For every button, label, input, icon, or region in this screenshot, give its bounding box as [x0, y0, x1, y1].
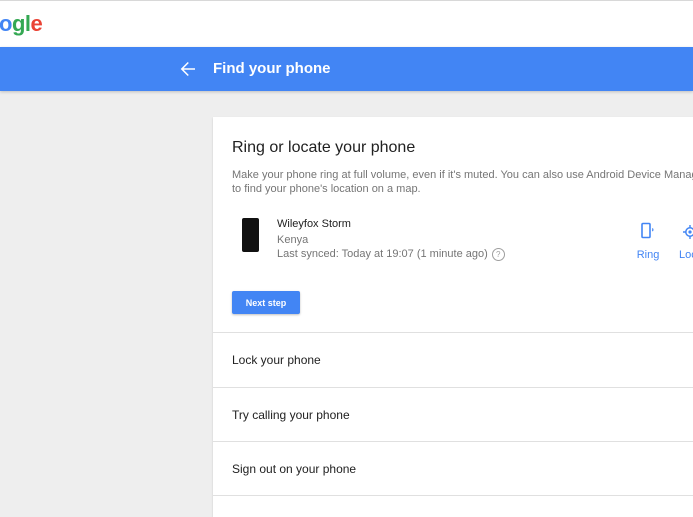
last-synced-text: Last synced: Today at 19:07 (1 minute ag…	[277, 247, 505, 261]
option-label: Try calling your phone	[232, 408, 350, 422]
google-logo[interactable]: ogle	[0, 11, 43, 37]
help-circle-icon[interactable]: ?	[491, 247, 505, 261]
arrow-left-icon	[180, 61, 195, 77]
device-country: Kenya	[277, 234, 309, 246]
device-name: Wileyfox Storm	[277, 218, 351, 230]
option-lock-phone[interactable]: Lock your phone	[213, 333, 693, 387]
description-line-2: to find your phone's location on a map.	[232, 183, 421, 195]
ring-label: Ring	[636, 249, 660, 261]
option-try-calling[interactable]: Try calling your phone	[213, 388, 693, 442]
card-description: Make your phone ring at full volume, eve…	[232, 168, 693, 196]
back-button[interactable]	[176, 57, 200, 81]
ring-phone-icon	[641, 222, 654, 239]
ring-button[interactable]: Ring	[633, 222, 663, 262]
locate-label: Loca	[679, 249, 693, 261]
card-title: Ring or locate your phone	[232, 139, 416, 156]
divider	[213, 495, 693, 496]
find-phone-card: Ring or locate your phone Make your phon…	[213, 117, 693, 517]
option-label: Lock your phone	[232, 353, 321, 367]
top-header: ogle	[0, 0, 693, 47]
locate-button[interactable]: Loca	[671, 222, 693, 262]
option-label: Sign out on your phone	[232, 462, 357, 476]
next-step-button[interactable]: Next step	[232, 291, 300, 314]
locate-icon	[683, 225, 693, 239]
app-bar: Find your phone	[0, 47, 693, 91]
option-sign-out[interactable]: Sign out on your phone	[213, 442, 693, 496]
page-title: Find your phone	[213, 60, 331, 77]
last-synced-label: Last synced: Today at 19:07 (1 minute ag…	[277, 248, 488, 260]
phone-device-icon	[242, 218, 259, 252]
description-line-1: Make your phone ring at full volume, eve…	[232, 169, 693, 181]
